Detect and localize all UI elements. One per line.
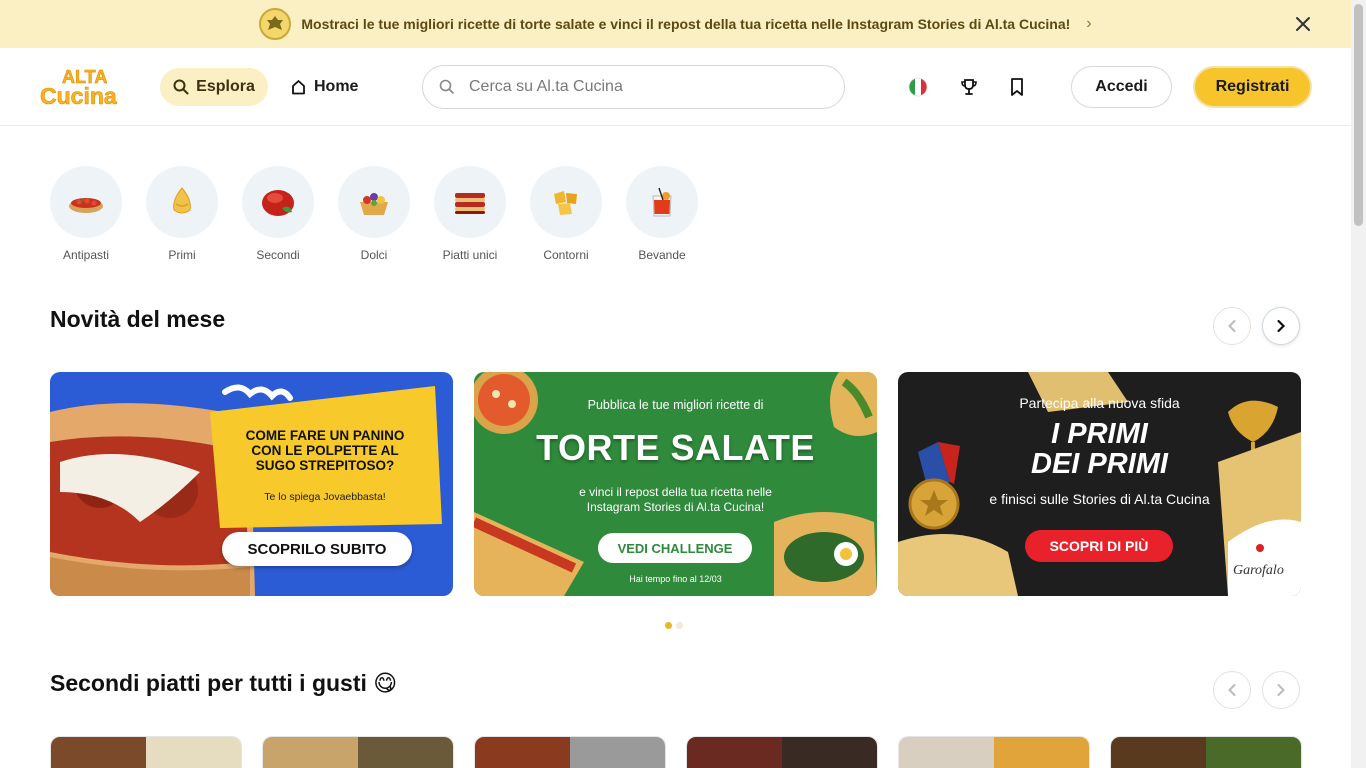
banner-headline-line2: DEI PRIMI	[1031, 448, 1168, 480]
recipe-image	[687, 737, 782, 768]
banner-note: Hai tempo fino al 12/03	[629, 574, 722, 584]
category-primi[interactable]: Primi	[146, 166, 218, 262]
chevron-right-icon	[1277, 684, 1285, 696]
category-label: Bevande	[638, 248, 686, 262]
search-input[interactable]	[469, 78, 809, 96]
recipe-card[interactable]	[898, 736, 1090, 768]
cocktail-icon	[626, 166, 698, 238]
category-label: Dolci	[360, 248, 388, 262]
banner-subtitle: e vinci il repost della tua ricetta nell…	[579, 485, 772, 514]
recipe-card[interactable]	[262, 736, 454, 768]
explore-button[interactable]: Esplora	[160, 68, 268, 106]
carousel-next-button[interactable]	[1262, 307, 1300, 345]
banner-cta-button[interactable]: VEDI CHALLENGE	[598, 533, 752, 563]
category-contorni[interactable]: Contorni	[530, 166, 602, 262]
category-antipasti[interactable]: Antipasti	[50, 166, 122, 262]
category-list: Antipasti Primi Secondi Dolci Piatti uni…	[50, 166, 698, 262]
recipe-image	[899, 737, 994, 768]
banner-headline: TORTE SALATE	[536, 427, 815, 468]
category-label: Antipasti	[62, 248, 110, 262]
home-link[interactable]: Home	[291, 68, 358, 106]
chevron-right-icon[interactable]: ›	[1086, 15, 1091, 33]
trophy-icon[interactable]	[957, 75, 981, 99]
recipe-image	[146, 737, 241, 768]
recipe-card[interactable]	[474, 736, 666, 768]
category-piatti-unici[interactable]: Piatti unici	[434, 166, 506, 262]
category-dolci[interactable]: Dolci	[338, 166, 410, 262]
carousel-dot[interactable]	[676, 622, 683, 629]
recipe-card[interactable]	[50, 736, 242, 768]
category-secondi[interactable]: Secondi	[242, 166, 314, 262]
chevron-left-icon	[1228, 320, 1236, 332]
recipe-image	[51, 737, 146, 768]
carousel-pagination	[665, 622, 683, 629]
recipe-image	[475, 737, 570, 768]
recipe-image	[358, 737, 453, 768]
carousel-prev-button[interactable]	[1213, 307, 1251, 345]
bruschetta-icon	[50, 166, 122, 238]
home-label: Home	[314, 78, 359, 95]
category-label: Primi	[168, 248, 196, 262]
scrollbar-thumb[interactable]	[1354, 4, 1363, 226]
banner-headline: COME FARE UN PANINO CON LE POLPETTE AL S…	[245, 428, 405, 473]
banner-pretitle: Pubblica le tue migliori ricette di	[587, 398, 764, 412]
close-icon[interactable]	[1291, 12, 1315, 36]
recipe-card[interactable]	[1110, 736, 1302, 768]
category-label: Piatti unici	[442, 248, 498, 262]
banner-subtitle: e finisci sulle Stories di Al.ta Cucina	[989, 491, 1210, 507]
recipe-image	[1206, 737, 1301, 768]
recipe-image	[263, 737, 358, 768]
recipe-image	[994, 737, 1089, 768]
carousel-next-button[interactable]	[1262, 671, 1300, 709]
search-bar[interactable]	[422, 65, 845, 109]
signup-button[interactable]: Registrati	[1193, 66, 1312, 108]
recipe-image	[570, 737, 665, 768]
svg-text:Garofalo: Garofalo	[1233, 563, 1284, 578]
section-title-news: Novità del mese	[50, 306, 226, 332]
banner-cta-button[interactable]: SCOPRI DI PIÙ	[1025, 530, 1173, 562]
challenge-badge-icon	[259, 8, 292, 40]
top-header: ALTA Cucina Esplora Home Accedi Registra…	[0, 48, 1351, 126]
banner-primi-dei-primi[interactable]: Garofalo Partecipa alla nuova sfida I PR…	[898, 372, 1301, 596]
chevron-right-icon	[1277, 319, 1286, 333]
announcement-text[interactable]: Mostraci le tue migliori ricette di tort…	[301, 16, 1070, 32]
potatoes-icon	[530, 166, 602, 238]
altacucina-logo[interactable]: ALTA Cucina	[38, 66, 130, 110]
meat-icon	[242, 166, 314, 238]
svg-text:Cucina: Cucina	[40, 83, 117, 108]
recipe-card-row	[50, 736, 1302, 768]
category-label: Contorni	[543, 248, 589, 262]
page-scrollbar[interactable]	[1351, 0, 1366, 768]
explore-label: Esplora	[196, 78, 255, 95]
banner-panino-polpette[interactable]: COME FARE UN PANINO CON LE POLPETTE AL S…	[50, 372, 453, 596]
recipe-image	[782, 737, 877, 768]
recipe-card[interactable]	[686, 736, 878, 768]
chevron-left-icon	[1228, 684, 1236, 696]
tart-icon	[338, 166, 410, 238]
search-icon	[173, 79, 189, 95]
banner-torte-salate[interactable]: Pubblica le tue migliori ricette di TORT…	[474, 372, 877, 596]
category-label: Secondi	[256, 248, 300, 262]
category-bevande[interactable]: Bevande	[626, 166, 698, 262]
bookmark-icon[interactable]	[1005, 75, 1029, 99]
carousel-prev-button[interactable]	[1213, 671, 1251, 709]
banner-headline-line1: I PRIMI	[1051, 418, 1148, 450]
announcement-bar[interactable]: Mostraci le tue migliori ricette di tort…	[0, 0, 1351, 48]
recipe-image	[1111, 737, 1206, 768]
login-button[interactable]: Accedi	[1071, 66, 1172, 108]
home-icon	[292, 80, 305, 95]
banner-subtitle: Te lo spiega Jovaebbasta!	[264, 491, 386, 503]
section-title-secondi: Secondi piatti per tutti i gusti 😋	[50, 670, 398, 696]
carousel-dot-active[interactable]	[665, 622, 672, 629]
search-icon	[439, 79, 454, 94]
pasta-icon	[146, 166, 218, 238]
italian-flag-icon[interactable]	[906, 75, 930, 99]
banner-cta-button[interactable]: SCOPRILO SUBITO	[222, 532, 412, 566]
banner-pretitle: Partecipa alla nuova sfida	[1019, 395, 1180, 411]
lasagna-icon	[434, 166, 506, 238]
